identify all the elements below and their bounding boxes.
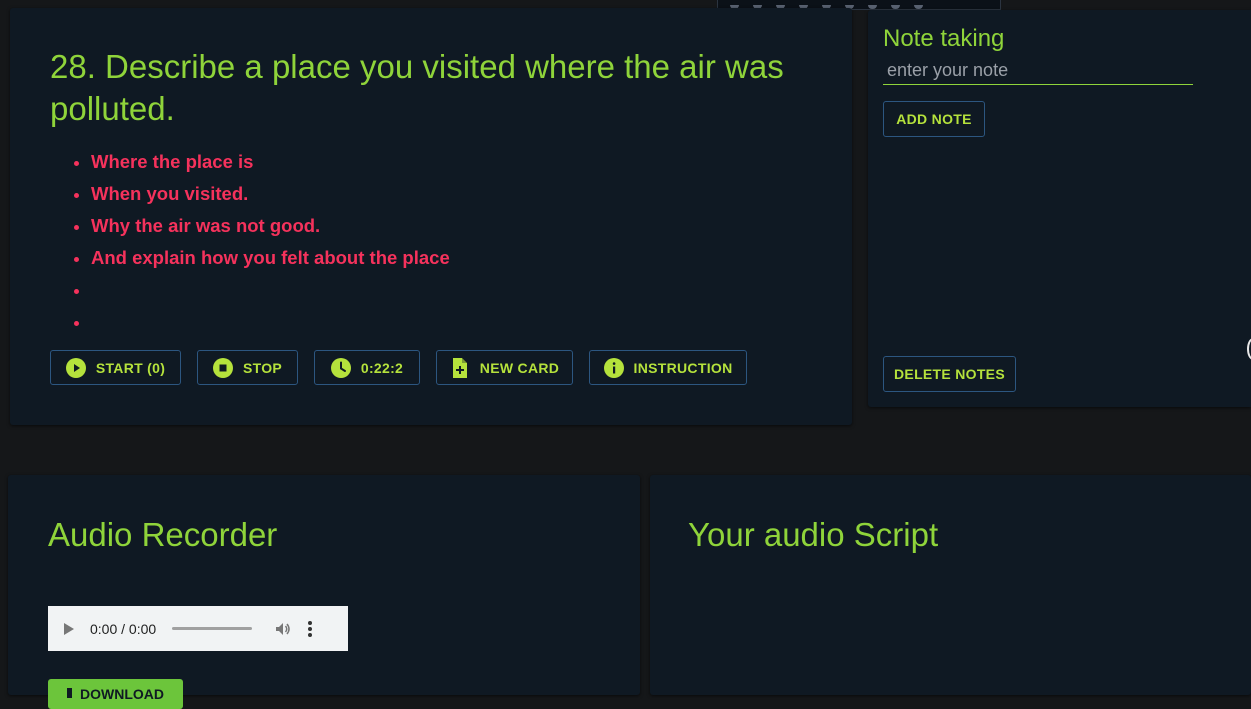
delete-notes-label: DELETE NOTES — [894, 366, 1005, 382]
audio-player[interactable]: 0:00 / 0:00 — [48, 606, 348, 651]
add-note-label: ADD NOTE — [896, 111, 972, 127]
notes-title: Note taking — [883, 25, 1005, 52]
info-circle-icon — [603, 357, 624, 378]
scroll-handle[interactable] — [1247, 338, 1251, 360]
stop-circle-icon — [212, 357, 233, 378]
instruction-button[interactable]: INSTRUCTION — [589, 350, 747, 385]
delete-notes-button[interactable]: DELETE NOTES — [883, 356, 1016, 392]
download-icon — [67, 688, 72, 698]
question-title: 28. Describe a place you visited where t… — [50, 48, 784, 127]
timer-button[interactable]: 0:22:2 — [314, 350, 420, 385]
audio-script-title: Your audio Script — [688, 516, 939, 553]
cue-item: Where the place is — [74, 148, 450, 180]
add-note-button[interactable]: ADD NOTE — [883, 101, 985, 137]
stop-button[interactable]: STOP — [197, 350, 298, 385]
audio-time: 0:00 / 0:00 — [90, 620, 157, 637]
cue-item — [74, 308, 450, 340]
play-icon[interactable] — [64, 622, 74, 635]
extension-icon — [868, 5, 877, 9]
notes-card: Note taking ADD NOTE DELETE NOTES — [868, 10, 1251, 407]
new-card-button[interactable]: NEW CARD — [436, 350, 573, 385]
audio-recorder-card: Audio Recorder 0:00 / 0:00 DOWNLOAD — [8, 475, 640, 709]
more-options-icon[interactable] — [308, 620, 313, 637]
cue-list: Where the place is When you visited. Why… — [74, 148, 450, 340]
cue-item: When you visited. — [74, 180, 450, 212]
start-button[interactable]: START (0) — [50, 350, 181, 385]
note-input[interactable] — [883, 57, 1193, 85]
cue-item — [74, 276, 450, 308]
stop-button-label: STOP — [242, 359, 283, 376]
new-card-button-label: NEW CARD — [479, 359, 560, 376]
clock-icon — [330, 357, 351, 378]
start-button-label: START (0) — [95, 359, 166, 376]
audio-script-card: Your audio Script — [650, 475, 1251, 695]
question-card: 28. Describe a place you visited where t… — [10, 8, 852, 425]
cue-item: And explain how you felt about the place — [74, 244, 450, 276]
audio-progress-track[interactable] — [172, 627, 253, 630]
extension-icon — [891, 5, 900, 9]
download-button[interactable]: DOWNLOAD — [48, 679, 183, 709]
volume-icon[interactable] — [274, 620, 292, 638]
instruction-button-label: INSTRUCTION — [633, 359, 733, 376]
cue-item: Why the air was not good. — [74, 212, 450, 244]
extension-icon — [914, 5, 923, 9]
file-plus-icon — [450, 357, 470, 378]
audio-recorder-title: Audio Recorder — [48, 516, 278, 553]
download-button-label: DOWNLOAD — [80, 686, 164, 702]
timer-value: 0:22:2 — [360, 359, 404, 376]
play-circle-icon — [65, 357, 86, 378]
